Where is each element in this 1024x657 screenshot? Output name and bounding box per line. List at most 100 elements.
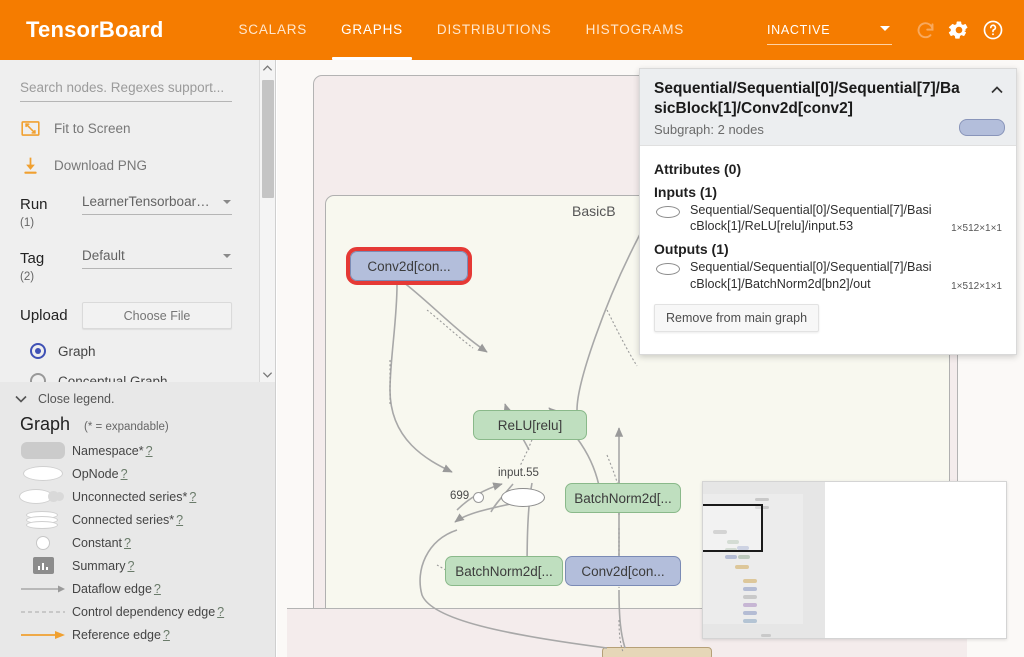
download-icon xyxy=(20,155,54,176)
reference-edge-icon xyxy=(14,629,72,641)
legend-label-opnode: OpNode xyxy=(72,466,119,481)
scroll-up-icon[interactable] xyxy=(260,60,275,76)
graph-node-label: ReLU[relu] xyxy=(497,417,563,433)
fit-to-screen-icon xyxy=(20,118,54,139)
output-shape: 1×512×1×1 xyxy=(951,281,1002,293)
download-png-label: Download PNG xyxy=(54,158,148,173)
opnode-icon xyxy=(14,466,72,481)
gear-icon[interactable] xyxy=(944,15,974,45)
tab-scalars[interactable]: SCALARS xyxy=(221,0,324,60)
graph-legend: Close legend. Graph (* = expandable) Nam… xyxy=(0,382,275,657)
legend-label-dataflow-edge: Dataflow edge xyxy=(72,581,152,596)
graph-node-conv2d-lower[interactable]: Conv2d[con... xyxy=(565,556,681,586)
help-link[interactable]: ? xyxy=(154,582,161,596)
legend-item-namespace: Namespace*? xyxy=(14,439,258,462)
help-link[interactable]: ? xyxy=(189,490,196,504)
choose-file-button[interactable]: Choose File xyxy=(82,302,232,329)
close-legend-label: Close legend. xyxy=(38,392,115,406)
help-link[interactable]: ? xyxy=(217,605,224,619)
input-shape: 1×512×1×1 xyxy=(951,223,1002,235)
app-brand: TensorBoard xyxy=(26,17,164,42)
radio-graph[interactable]: Graph xyxy=(30,343,232,359)
legend-label-connected-series: Connected series* xyxy=(72,512,175,527)
tag-dropdown[interactable]: Default xyxy=(82,248,232,269)
legend-item-opnode: OpNode? xyxy=(14,462,258,485)
minimap-viewport[interactable] xyxy=(703,504,763,552)
legend-item-reference-edge: Reference edge? xyxy=(14,623,258,646)
control-dependency-edge-icon xyxy=(14,606,72,618)
graph-node-conv2d-selected[interactable]: Conv2d[con... xyxy=(346,247,472,285)
minimap-node xyxy=(743,579,757,583)
graph-constant-node[interactable] xyxy=(473,492,484,503)
remove-from-main-graph-button[interactable]: Remove from main graph xyxy=(654,304,820,333)
opnode-icon xyxy=(656,263,680,276)
reload-mode-value: INACTIVE xyxy=(767,22,831,37)
graph-node-batchnorm2d-left[interactable]: BatchNorm2d[... xyxy=(445,556,563,586)
graph-node-relu[interactable]: ReLU[relu] xyxy=(473,410,587,440)
tag-value: Default xyxy=(82,248,125,263)
chevron-down-icon xyxy=(880,26,890,31)
scrollbar-thumb[interactable] xyxy=(262,80,274,198)
radio-conceptual-graph[interactable]: Conceptual Graph xyxy=(30,373,232,382)
help-link[interactable]: ? xyxy=(124,536,131,550)
namespace-label: BasicB xyxy=(572,203,616,219)
help-link[interactable]: ? xyxy=(176,513,183,527)
node-info-body: Attributes (0) Inputs (1) Sequential/Seq… xyxy=(640,146,1016,342)
run-label: Run xyxy=(20,196,48,213)
fit-to-screen-button[interactable]: Fit to Screen xyxy=(20,118,232,139)
node-color-swatch xyxy=(959,118,1005,136)
graph-minimap[interactable] xyxy=(702,481,1007,639)
tab-distributions[interactable]: DISTRIBUTIONS xyxy=(420,0,569,60)
tab-graphs[interactable]: GRAPHS xyxy=(324,0,420,60)
run-value: LearnerTensorboard... xyxy=(82,194,212,209)
legend-item-unconnected-series: Unconnected series*? xyxy=(14,485,258,508)
graph-opnode-input55[interactable] xyxy=(501,488,545,507)
output-item[interactable]: Sequential/Sequential[0]/Sequential[7]/B… xyxy=(654,259,1002,292)
search-input[interactable] xyxy=(20,78,232,102)
collapse-icon[interactable] xyxy=(988,81,1006,99)
node-info-header: Sequential/Sequential[0]/Sequential[7]/B… xyxy=(640,69,1016,146)
input-item[interactable]: Sequential/Sequential[0]/Sequential[7]/B… xyxy=(654,202,1002,235)
graph-node-label: Conv2d[con... xyxy=(581,563,665,579)
run-dropdown[interactable]: LearnerTensorboard... xyxy=(82,194,232,215)
refresh-icon[interactable] xyxy=(910,15,940,45)
minimap-node xyxy=(738,555,750,559)
graph-opnode-label: input.55 xyxy=(498,467,539,479)
tab-histograms[interactable]: HISTOGRAMS xyxy=(569,0,702,60)
chevron-down-icon xyxy=(223,254,231,258)
radio-graph-label: Graph xyxy=(58,343,96,359)
help-icon[interactable] xyxy=(978,15,1008,45)
help-link[interactable]: ? xyxy=(163,628,170,642)
chevron-down-icon xyxy=(223,200,231,204)
radio-graph-indicator xyxy=(30,343,46,359)
unconnected-series-icon xyxy=(14,489,72,504)
dataflow-edge-icon xyxy=(14,583,72,595)
minimap-node xyxy=(761,634,771,637)
graph-node-bottom[interactable] xyxy=(602,647,712,657)
reload-mode-dropdown[interactable]: INACTIVE xyxy=(767,15,892,45)
legend-label-reference-edge: Reference edge xyxy=(72,627,161,642)
sidebar-scrollbar[interactable] xyxy=(259,60,275,382)
scroll-down-icon[interactable] xyxy=(260,366,275,382)
node-info-panel: Sequential/Sequential[0]/Sequential[7]/B… xyxy=(639,68,1017,355)
download-png-button[interactable]: Download PNG xyxy=(20,155,232,176)
node-info-subtitle: Subgraph: 2 nodes xyxy=(654,121,764,137)
minimap-node xyxy=(743,587,757,591)
attributes-heading: Attributes (0) xyxy=(654,160,742,177)
graph-node-batchnorm2d-right[interactable]: BatchNorm2d[... xyxy=(565,483,681,513)
graph-node-label: Conv2d[con... xyxy=(367,258,451,274)
legend-label-unconnected-series: Unconnected series* xyxy=(72,489,188,504)
help-link[interactable]: ? xyxy=(121,467,128,481)
connected-series-icon xyxy=(14,510,72,529)
close-legend-button[interactable]: Close legend. xyxy=(14,392,258,406)
legend-item-constant: Constant? xyxy=(14,531,258,554)
legend-item-control-dependency-edge: Control dependency edge? xyxy=(14,600,258,623)
legend-item-summary: Summary? xyxy=(14,554,258,577)
minimap-node xyxy=(735,565,749,569)
legend-item-dataflow-edge: Dataflow edge? xyxy=(14,577,258,600)
fit-to-screen-label: Fit to Screen xyxy=(54,121,131,136)
constant-icon xyxy=(14,535,72,550)
left-sidebar: Fit to Screen Download PNG Run (1) Learn… xyxy=(0,60,276,657)
help-link[interactable]: ? xyxy=(127,559,134,573)
help-link[interactable]: ? xyxy=(146,444,153,458)
